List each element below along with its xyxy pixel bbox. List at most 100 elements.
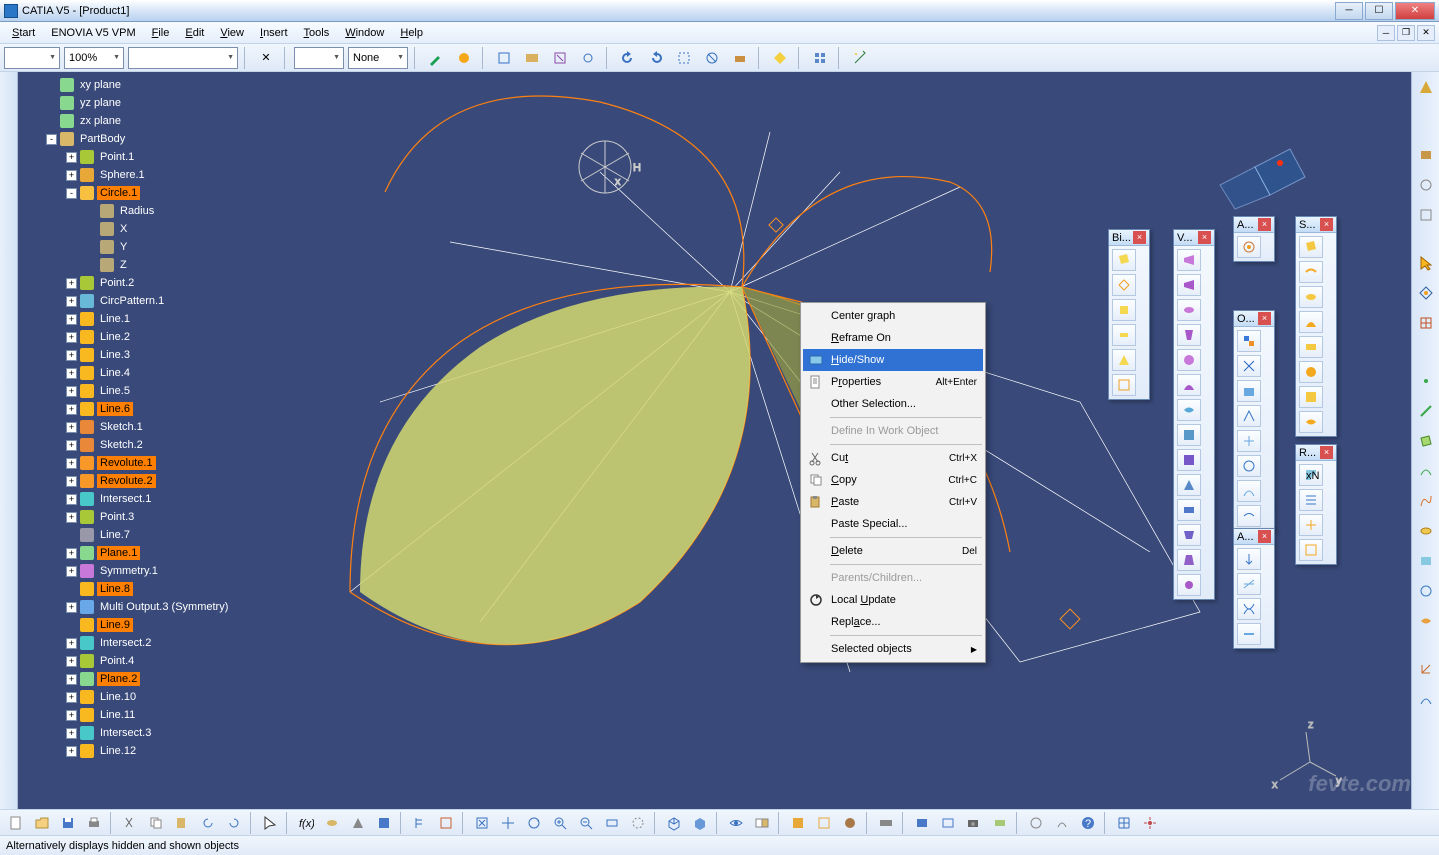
formula-button[interactable]: f(x) (294, 812, 318, 834)
palette-button[interactable] (1299, 236, 1323, 258)
palette-button[interactable] (1177, 274, 1201, 296)
menu-file[interactable]: File (144, 25, 178, 41)
palette-header[interactable]: A...× (1234, 529, 1274, 545)
palette-button[interactable] (1237, 355, 1261, 377)
menu-enovia[interactable]: ENOVIA V5 VPM (43, 25, 143, 41)
ctx-paste-special[interactable]: Paste Special... (803, 513, 983, 535)
iso-view-button[interactable] (662, 812, 686, 834)
expand-icon[interactable]: + (66, 332, 77, 343)
tree-item[interactable]: zx plane (18, 112, 248, 130)
tree-item[interactable]: +Plane.2 (18, 670, 248, 688)
tree-item[interactable]: +Point.2 (18, 274, 248, 292)
palette-button[interactable] (1299, 489, 1323, 511)
palette-button[interactable] (1237, 430, 1261, 452)
maximize-button[interactable]: ☐ (1365, 2, 1393, 20)
ctx-cut[interactable]: CutCtrl+X (803, 447, 983, 469)
tool-button[interactable] (1414, 144, 1438, 166)
line-style-combo[interactable] (294, 47, 344, 69)
tool-button[interactable] (910, 812, 934, 834)
tree-item[interactable]: +Line.6 (18, 400, 248, 418)
palette-button[interactable] (1237, 236, 1261, 258)
palette-button[interactable] (1112, 274, 1136, 296)
ctx-hide-show[interactable]: Hide/Show (803, 349, 983, 371)
zoom-in-button[interactable] (548, 812, 572, 834)
tree-item[interactable]: -Circle.1 (18, 184, 248, 202)
tree-item[interactable]: +Line.2 (18, 328, 248, 346)
tree-item[interactable]: +Sphere.1 (18, 166, 248, 184)
palette-button[interactable] (1299, 386, 1323, 408)
expand-icon[interactable]: + (66, 152, 77, 163)
normal-view-button[interactable] (600, 812, 624, 834)
combo-blank[interactable] (4, 47, 60, 69)
tool-button[interactable] (548, 47, 572, 69)
tool-button[interactable] (1414, 610, 1438, 632)
palette-button[interactable] (1177, 449, 1201, 471)
palette-bi[interactable]: Bi...× (1108, 229, 1150, 400)
undo-button[interactable] (196, 812, 220, 834)
expand-icon[interactable]: + (66, 674, 77, 685)
expand-icon[interactable]: + (66, 512, 77, 523)
line-button[interactable] (1414, 400, 1438, 422)
none-combo[interactable]: None (348, 47, 408, 69)
ctx-copy[interactable]: CopyCtrl+C (803, 469, 983, 491)
palette-button[interactable] (1112, 324, 1136, 346)
palette-button[interactable] (1112, 299, 1136, 321)
palette-button[interactable] (1237, 455, 1261, 477)
expand-icon[interactable]: + (66, 476, 77, 487)
expand-icon[interactable]: + (66, 368, 77, 379)
tree-item[interactable]: +Point.1 (18, 148, 248, 166)
tree-item[interactable]: +Symmetry.1 (18, 562, 248, 580)
tool-button[interactable] (838, 812, 862, 834)
palette-button[interactable] (1237, 405, 1261, 427)
tool-button[interactable] (372, 812, 396, 834)
ctx-paste[interactable]: PasteCtrl+V (803, 491, 983, 513)
tool-button[interactable] (1024, 812, 1048, 834)
palette-button[interactable] (1299, 539, 1323, 561)
tree-item[interactable]: xy plane (18, 76, 248, 94)
palette-button[interactable]: xN (1299, 464, 1323, 486)
tool-button[interactable] (728, 47, 752, 69)
palette-button[interactable] (1237, 623, 1261, 645)
tree-item[interactable]: Line.7 (18, 526, 248, 544)
expand-icon[interactable]: + (66, 548, 77, 559)
palette-header[interactable]: O...× (1234, 311, 1274, 327)
palette-button[interactable] (1177, 299, 1201, 321)
expand-icon[interactable]: - (66, 188, 77, 199)
grid-button[interactable] (808, 47, 832, 69)
expand-icon[interactable]: + (66, 710, 77, 721)
tree-item[interactable]: +Line.5 (18, 382, 248, 400)
tree-item[interactable]: X (18, 220, 248, 238)
redo-button[interactable] (222, 812, 246, 834)
palette-button[interactable] (1237, 573, 1261, 595)
new-button[interactable] (4, 812, 28, 834)
ctx-delete[interactable]: DeleteDel (803, 540, 983, 562)
pointer-button[interactable] (1414, 252, 1438, 274)
close-button[interactable]: ✕ (1395, 2, 1435, 20)
expand-icon[interactable]: - (46, 134, 57, 145)
tool-button[interactable] (520, 47, 544, 69)
tool-button[interactable] (1414, 520, 1438, 542)
tool-button[interactable] (1414, 658, 1438, 680)
palette-button[interactable] (1112, 249, 1136, 271)
expand-icon[interactable]: + (66, 602, 77, 613)
palette-button[interactable] (1299, 361, 1323, 383)
expand-icon[interactable]: + (66, 458, 77, 469)
palette-button[interactable] (1177, 324, 1201, 346)
tree-item[interactable]: Z (18, 256, 248, 274)
tree-item[interactable]: +Intersect.2 (18, 634, 248, 652)
ctx-replace[interactable]: Replace... (803, 611, 983, 633)
zoom-combo[interactable]: 100% (64, 47, 124, 69)
shading-button[interactable] (688, 812, 712, 834)
fit-button[interactable] (470, 812, 494, 834)
palette-button[interactable] (1237, 480, 1261, 502)
expand-icon[interactable]: + (66, 728, 77, 739)
tool-button[interactable] (626, 812, 650, 834)
tree-item[interactable]: yz plane (18, 94, 248, 112)
close-icon[interactable]: × (1198, 231, 1211, 244)
palette-button[interactable] (1237, 598, 1261, 620)
tree-item[interactable]: +Point.4 (18, 652, 248, 670)
tree-item[interactable]: +CircPattern.1 (18, 292, 248, 310)
palette-s[interactable]: S...× (1295, 216, 1337, 437)
tool-button[interactable] (576, 47, 600, 69)
redo-button[interactable] (644, 47, 668, 69)
